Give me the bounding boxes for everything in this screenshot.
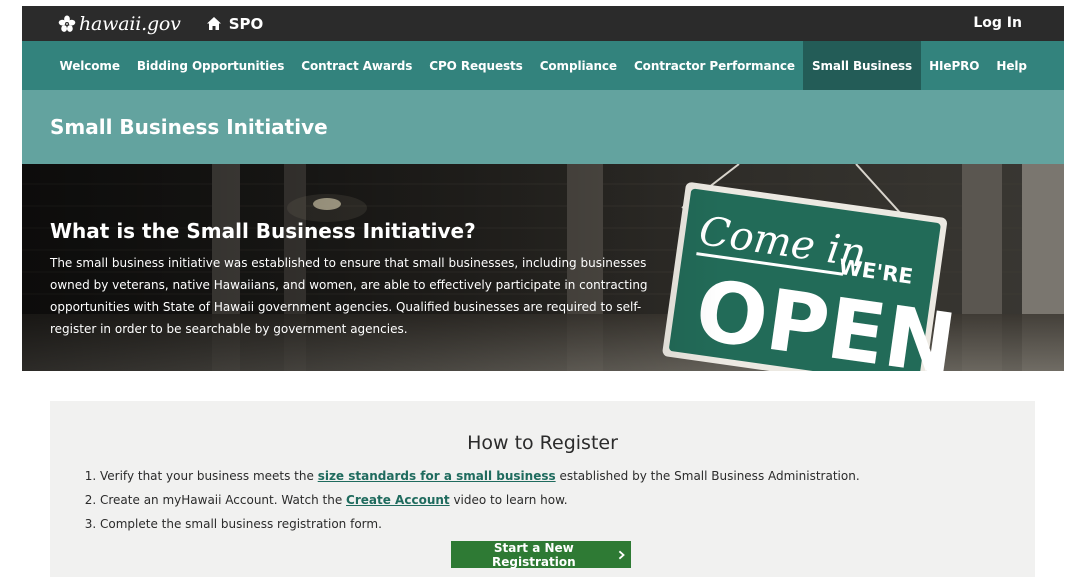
page-title: Small Business Initiative xyxy=(50,115,328,139)
nav-item-contractor-performance[interactable]: Contractor Performance xyxy=(625,41,803,90)
create-account-link[interactable]: Create Account xyxy=(346,493,450,507)
register-step: Create an myHawaii Account. Watch the Cr… xyxy=(100,488,1035,512)
register-step: Verify that your business meets the size… xyxy=(100,464,1035,488)
hero-description-line: owned by veterans, native Hawaiians, and… xyxy=(50,278,648,292)
nav-item-compliance[interactable]: Compliance xyxy=(531,41,625,90)
login-link[interactable]: Log In xyxy=(973,6,1022,41)
spo-home-link[interactable]: SPO xyxy=(206,14,264,33)
hero-description: The small business initiative was establ… xyxy=(50,252,680,340)
step-text: video to learn how. xyxy=(449,493,568,507)
hero-banner: Come in WE'RE OPEN What is the Small Bus… xyxy=(22,164,1064,371)
nav-item-help[interactable]: Help xyxy=(988,41,1036,90)
start-registration-label: Start a New Registration xyxy=(492,540,576,569)
spo-label: SPO xyxy=(228,14,264,33)
size-standards-link[interactable]: size standards for a small business xyxy=(318,469,556,483)
hibiscus-icon xyxy=(58,14,76,32)
nav-item-cpo-requests[interactable]: CPO Requests xyxy=(421,41,531,90)
page-title-band: Small Business Initiative xyxy=(22,90,1064,164)
nav-item-welcome[interactable]: Welcome xyxy=(51,41,128,90)
start-registration-button[interactable]: Start a New Registration xyxy=(451,540,631,569)
hero-description-line: opportunities with State of Hawaii gover… xyxy=(50,300,642,314)
hero-description-line: The small business initiative was establ… xyxy=(50,256,647,270)
step-text: established by the Small Business Admini… xyxy=(555,469,860,483)
hawaii-gov-logo[interactable]: hawaii.gov xyxy=(58,13,181,35)
nav-item-small-business[interactable]: Small Business xyxy=(803,41,921,90)
logo-text: hawaii.gov xyxy=(79,12,181,35)
hero-description-line: register in order to be searchable by go… xyxy=(50,322,408,336)
chevron-right-icon xyxy=(618,550,625,559)
register-steps: Verify that your business meets the size… xyxy=(50,464,1035,536)
step-text: Verify that your business meets the xyxy=(100,469,318,483)
nav-item-hiepro[interactable]: HIePRO xyxy=(921,41,988,90)
how-to-register-panel: How to Register Verify that your busines… xyxy=(50,401,1035,577)
step-text: Create an myHawaii Account. Watch the xyxy=(100,493,347,507)
hero-text-block: What is the Small Business Initiative? T… xyxy=(50,219,680,340)
main-nav: Welcome Bidding Opportunities Contract A… xyxy=(22,41,1064,90)
nav-item-contract-awards[interactable]: Contract Awards xyxy=(293,41,421,90)
step-text: Complete the small business registration… xyxy=(100,517,382,531)
hero-heading: What is the Small Business Initiative? xyxy=(50,219,476,243)
register-heading: How to Register xyxy=(467,432,618,454)
nav-item-bidding-opportunities[interactable]: Bidding Opportunities xyxy=(128,41,292,90)
top-bar: hawaii.gov SPO Log In xyxy=(22,6,1064,41)
home-icon xyxy=(206,17,221,30)
register-step: Complete the small business registration… xyxy=(100,512,1035,536)
page-frame: hawaii.gov SPO Log In Welcome Bidding Op… xyxy=(22,6,1064,371)
